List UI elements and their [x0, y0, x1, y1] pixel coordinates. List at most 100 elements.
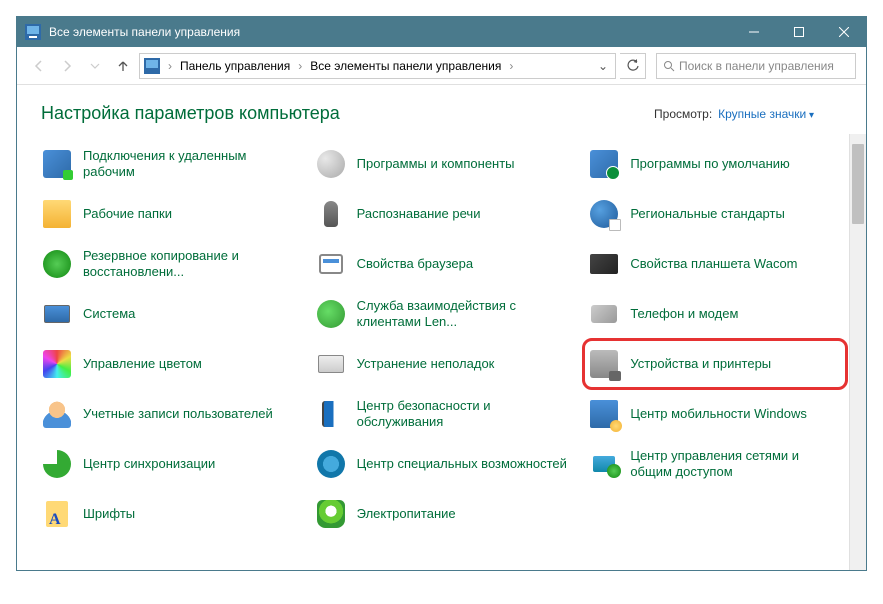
tablet-icon	[588, 248, 620, 280]
devices-icon	[588, 348, 620, 380]
service-icon	[315, 298, 347, 330]
breadcrumb[interactable]: › Панель управления › Все элементы панел…	[139, 53, 616, 79]
users-icon	[41, 398, 73, 430]
default-icon	[588, 148, 620, 180]
cp-item-network[interactable]: Центр управления сетями и общим доступом	[584, 440, 846, 488]
cp-item-label: Региональные стандарты	[630, 206, 784, 222]
cp-item-label: Управление цветом	[83, 356, 202, 372]
nav-forward-button[interactable]	[55, 54, 79, 78]
content-header: Настройка параметров компьютера Просмотр…	[17, 85, 866, 134]
fonts-icon	[41, 498, 73, 530]
sync-icon	[41, 448, 73, 480]
app-icon	[25, 24, 41, 40]
globe-icon	[588, 198, 620, 230]
view-selector[interactable]: Крупные значки	[718, 107, 814, 121]
cp-item-browser[interactable]: Свойства браузера	[311, 240, 573, 288]
cp-item-label: Центр безопасности и обслуживания	[357, 398, 569, 431]
cp-item-label: Устранение неполадок	[357, 356, 495, 372]
control-panel-window: Все элементы панели управления › Панель …	[16, 16, 867, 571]
cp-item-label: Служба взаимодействия с клиентами Len...	[357, 298, 569, 331]
cp-item-label: Учетные записи пользователей	[83, 406, 273, 422]
cp-item-sync[interactable]: Центр синхронизации	[37, 440, 299, 488]
nav-back-button[interactable]	[27, 54, 51, 78]
cp-item-label: Программы по умолчанию	[630, 156, 789, 172]
cp-item-label: Электропитание	[357, 506, 456, 522]
cp-item-service[interactable]: Служба взаимодействия с клиентами Len...	[311, 290, 573, 338]
cp-item-devices[interactable]: Устройства и принтеры	[584, 340, 846, 388]
cp-item-fonts[interactable]: Шрифты	[37, 490, 299, 538]
cp-item-mic[interactable]: Распознавание речи	[311, 190, 573, 238]
nav-history-button[interactable]	[83, 54, 107, 78]
page-title: Настройка параметров компьютера	[41, 103, 654, 124]
cp-item-label: Программы и компоненты	[357, 156, 515, 172]
cp-item-label: Свойства планшета Wacom	[630, 256, 797, 272]
cp-item-label: Центр специальных возможностей	[357, 456, 567, 472]
cp-item-default[interactable]: Программы по умолчанию	[584, 140, 846, 188]
cp-item-label: Подключения к удаленным рабочим	[83, 148, 295, 181]
browser-icon	[315, 248, 347, 280]
cp-item-phone[interactable]: Телефон и модем	[584, 290, 846, 338]
view-label: Просмотр:	[654, 107, 712, 121]
cp-item-tablet[interactable]: Свойства планшета Wacom	[584, 240, 846, 288]
cp-item-label: Центр управления сетями и общим доступом	[630, 448, 842, 481]
prog-icon	[315, 148, 347, 180]
nav-up-button[interactable]	[111, 54, 135, 78]
cp-item-mobility[interactable]: Центр мобильности Windows	[584, 390, 846, 438]
scrollbar[interactable]	[849, 134, 866, 570]
power-icon	[315, 498, 347, 530]
system-icon	[41, 298, 73, 330]
cp-item-label: Свойства браузера	[357, 256, 473, 272]
phone-icon	[588, 298, 620, 330]
mic-icon	[315, 198, 347, 230]
cp-item-prog[interactable]: Программы и компоненты	[311, 140, 573, 188]
titlebar: Все элементы панели управления	[17, 17, 866, 47]
content-area: Подключения к удаленным рабочим Программы…	[17, 134, 866, 570]
cp-item-label: Распознавание речи	[357, 206, 481, 222]
backup-icon	[41, 248, 73, 280]
cp-item-color[interactable]: Управление цветом	[37, 340, 299, 388]
search-placeholder: Поиск в панели управления	[679, 59, 834, 73]
cp-item-label: Устройства и принтеры	[630, 356, 771, 372]
minimize-button[interactable]	[731, 17, 776, 47]
cp-item-folder[interactable]: Рабочие папки	[37, 190, 299, 238]
flag-icon	[315, 398, 347, 430]
cp-item-label: Система	[83, 306, 135, 322]
folder-icon	[41, 198, 73, 230]
maximize-button[interactable]	[776, 17, 821, 47]
chevron-right-icon[interactable]: ›	[166, 59, 174, 73]
cp-item-power[interactable]: Электропитание	[311, 490, 573, 538]
breadcrumb-item[interactable]: Все элементы панели управления	[306, 59, 505, 73]
cp-item-globe[interactable]: Региональные стандарты	[584, 190, 846, 238]
cp-item-label: Рабочие папки	[83, 206, 172, 222]
cp-item-troubleshoot[interactable]: Устранение неполадок	[311, 340, 573, 388]
troubleshoot-icon	[315, 348, 347, 380]
cp-item-backup[interactable]: Резервное копирование и восстановлени...	[37, 240, 299, 288]
cp-item-system[interactable]: Система	[37, 290, 299, 338]
cp-item-users[interactable]: Учетные записи пользователей	[37, 390, 299, 438]
cp-item-flag[interactable]: Центр безопасности и обслуживания	[311, 390, 573, 438]
breadcrumb-dropdown-icon[interactable]: ⌄	[595, 59, 611, 73]
breadcrumb-item[interactable]: Панель управления	[176, 59, 294, 73]
cp-item-label: Шрифты	[83, 506, 135, 522]
cp-item-label: Центр мобильности Windows	[630, 406, 807, 422]
window-title: Все элементы панели управления	[49, 25, 731, 39]
items-grid: Подключения к удаленным рабочим Программы…	[37, 140, 846, 538]
cp-item-label: Телефон и модем	[630, 306, 738, 322]
rdp-icon	[41, 148, 73, 180]
address-toolbar: › Панель управления › Все элементы панел…	[17, 47, 866, 85]
cp-item-label: Центр синхронизации	[83, 456, 215, 472]
cp-item-rdp[interactable]: Подключения к удаленным рабочим	[37, 140, 299, 188]
chevron-right-icon[interactable]: ›	[507, 59, 515, 73]
refresh-button[interactable]	[620, 53, 646, 79]
access-icon	[315, 448, 347, 480]
close-button[interactable]	[821, 17, 866, 47]
search-input[interactable]: Поиск в панели управления	[656, 53, 856, 79]
network-icon	[588, 448, 620, 480]
color-icon	[41, 348, 73, 380]
control-panel-icon	[144, 58, 160, 74]
scroll-thumb[interactable]	[852, 144, 864, 224]
mobility-icon	[588, 398, 620, 430]
search-icon	[663, 60, 675, 72]
chevron-right-icon[interactable]: ›	[296, 59, 304, 73]
cp-item-access[interactable]: Центр специальных возможностей	[311, 440, 573, 488]
